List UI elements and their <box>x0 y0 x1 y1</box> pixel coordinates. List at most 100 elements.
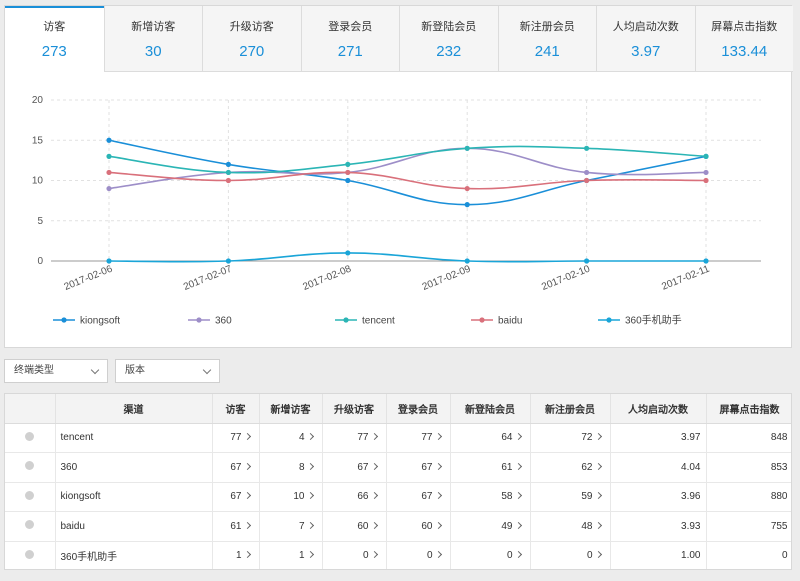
cell-value: 66 <box>357 491 369 503</box>
table-cell[interactable]: 67 <box>212 482 260 512</box>
table-cell[interactable]: 0 <box>322 541 387 569</box>
column-header-new-visitors[interactable]: 新增访客 <box>259 394 323 424</box>
table-cell[interactable]: 72 <box>530 423 611 453</box>
column-header-new-registered-members[interactable]: 新注册会员 <box>530 394 611 424</box>
table-cell[interactable]: 7 <box>259 511 323 542</box>
table-row[interactable]: 360手机助手 1 1 0 0 0 0 1.00 0 <box>5 541 791 569</box>
table-cell[interactable]: 58 <box>450 482 531 512</box>
table-cell[interactable]: 67 <box>386 482 451 512</box>
row-radio[interactable] <box>25 549 34 559</box>
column-header-avg-launches[interactable]: 人均启动次数 <box>610 394 707 424</box>
page: 访客 273 新增访客 30 升级访客 270 登录会员 271 新登陆会员 2… <box>0 0 800 581</box>
table-cell[interactable]: 48 <box>530 511 611 542</box>
table-cell: 3.93 <box>610 511 707 542</box>
table-cell[interactable]: 61 <box>450 452 531 483</box>
table-cell: 880 <box>706 482 791 512</box>
table-cell[interactable]: 77 <box>212 423 260 453</box>
row-radio[interactable] <box>25 461 34 471</box>
table-cell[interactable]: 67 <box>386 452 451 483</box>
table-cell[interactable]: 77 <box>322 423 387 453</box>
cell-value: 3.96 <box>681 491 701 503</box>
chevron-right-icon <box>243 433 251 441</box>
cell-value: 67 <box>230 491 242 503</box>
table-cell[interactable]: 60 <box>322 511 387 542</box>
table-cell[interactable]: 10 <box>259 482 323 512</box>
series-point <box>584 258 590 264</box>
series-point <box>703 153 709 159</box>
tab-value: 3.97 <box>631 43 661 60</box>
series-point <box>106 137 112 143</box>
chevron-right-icon <box>594 521 602 529</box>
cell-value: 48 <box>581 520 593 532</box>
tab-upgraded-visitors[interactable]: 升级访客 270 <box>202 6 301 72</box>
cell-value: 1 <box>235 550 242 562</box>
tab-visitors[interactable]: 访客 273 <box>5 6 104 72</box>
tab-login-members[interactable]: 登录会员 271 <box>300 6 399 72</box>
legend-label[interactable]: 360 <box>215 316 232 327</box>
chevron-down-icon <box>202 365 212 375</box>
row-radio[interactable] <box>25 431 34 441</box>
table-cell[interactable]: 49 <box>450 511 531 542</box>
series-point <box>703 169 709 176</box>
cell-value: 755 <box>770 520 788 532</box>
column-header-upgraded-visitors[interactable]: 升级访客 <box>322 394 387 424</box>
table-cell[interactable]: 8 <box>259 452 323 483</box>
table-row[interactable]: 360 67 8 67 67 61 62 4.04 853 <box>5 452 791 483</box>
tab-value: 270 <box>239 43 265 60</box>
tab-new-visitors[interactable]: 新增访客 30 <box>103 6 202 72</box>
legend-label[interactable]: kiongsoft <box>80 316 120 327</box>
channel-name: kiongsoft <box>55 482 213 512</box>
legend-label[interactable]: tencent <box>362 316 395 327</box>
series-line-1 <box>108 147 707 190</box>
table-cell[interactable]: 67 <box>322 452 387 483</box>
table-cell[interactable]: 1 <box>259 541 323 569</box>
terminal-type-select[interactable]: 终端类型 <box>4 359 108 383</box>
series-line-4 <box>108 252 706 263</box>
table-cell[interactable]: 4 <box>259 423 323 453</box>
series-point <box>345 169 351 176</box>
row-radio[interactable] <box>25 490 34 500</box>
table-cell[interactable]: 0 <box>530 541 611 569</box>
tab-new-registered-members[interactable]: 新注册会员 241 <box>497 6 596 72</box>
tab-screen-click-index[interactable]: 屏幕点击指数 133.44 <box>694 6 793 72</box>
table-cell[interactable]: 61 <box>212 511 260 542</box>
table-cell[interactable]: 1 <box>212 541 260 569</box>
cell-value: 67 <box>421 491 433 503</box>
row-select-cell <box>5 482 56 512</box>
table-cell[interactable]: 0 <box>386 541 451 569</box>
tab-new-login-members[interactable]: 新登陆会员 232 <box>399 6 498 72</box>
cell-value: 61 <box>501 461 513 473</box>
column-header-new-login-members[interactable]: 新登陆会员 <box>450 394 531 424</box>
legend-label[interactable]: 360手机助手 <box>625 314 682 327</box>
table-cell[interactable]: 60 <box>386 511 451 542</box>
chevron-right-icon <box>306 433 314 441</box>
column-header-visitors[interactable]: 访客 <box>212 394 260 424</box>
column-header-channel[interactable]: 渠道 <box>55 394 213 424</box>
table-cell[interactable]: 77 <box>386 423 451 453</box>
row-radio[interactable] <box>25 520 34 530</box>
legend-label[interactable]: baidu <box>498 316 522 327</box>
tab-avg-launches[interactable]: 人均启动次数 3.97 <box>596 6 695 72</box>
chevron-right-icon <box>370 433 378 441</box>
table-cell[interactable]: 0 <box>450 541 531 569</box>
table-cell[interactable]: 67 <box>212 452 260 483</box>
channel-name: 360 <box>55 452 213 483</box>
tab-label: 访客 <box>43 21 66 33</box>
cell-value: 60 <box>357 520 369 532</box>
table-row[interactable]: kiongsoft 67 10 66 67 58 59 3.96 880 <box>5 482 791 512</box>
table-cell[interactable]: 59 <box>530 482 611 512</box>
table-row[interactable]: tencent 77 4 77 77 64 72 3.97 848 <box>5 423 791 453</box>
table-cell[interactable]: 64 <box>450 423 531 453</box>
table-cell[interactable]: 66 <box>322 482 387 512</box>
column-header-login-members[interactable]: 登录会员 <box>386 394 451 424</box>
tab-label: 新注册会员 <box>519 21 575 33</box>
column-header-screen-click-index[interactable]: 屏幕点击指数 <box>706 394 791 424</box>
version-select[interactable]: 版本 <box>115 359 220 383</box>
terminal-type-select-value: 终端类型 <box>14 365 54 376</box>
table-row[interactable]: baidu 61 7 60 60 49 48 3.93 755 <box>5 511 791 542</box>
cell-value: 0 <box>362 550 369 562</box>
table-cell[interactable]: 62 <box>530 452 611 483</box>
cell-value: 8 <box>298 461 305 473</box>
cell-value: 3.97 <box>681 432 701 444</box>
cell-value: 0 <box>586 550 593 562</box>
